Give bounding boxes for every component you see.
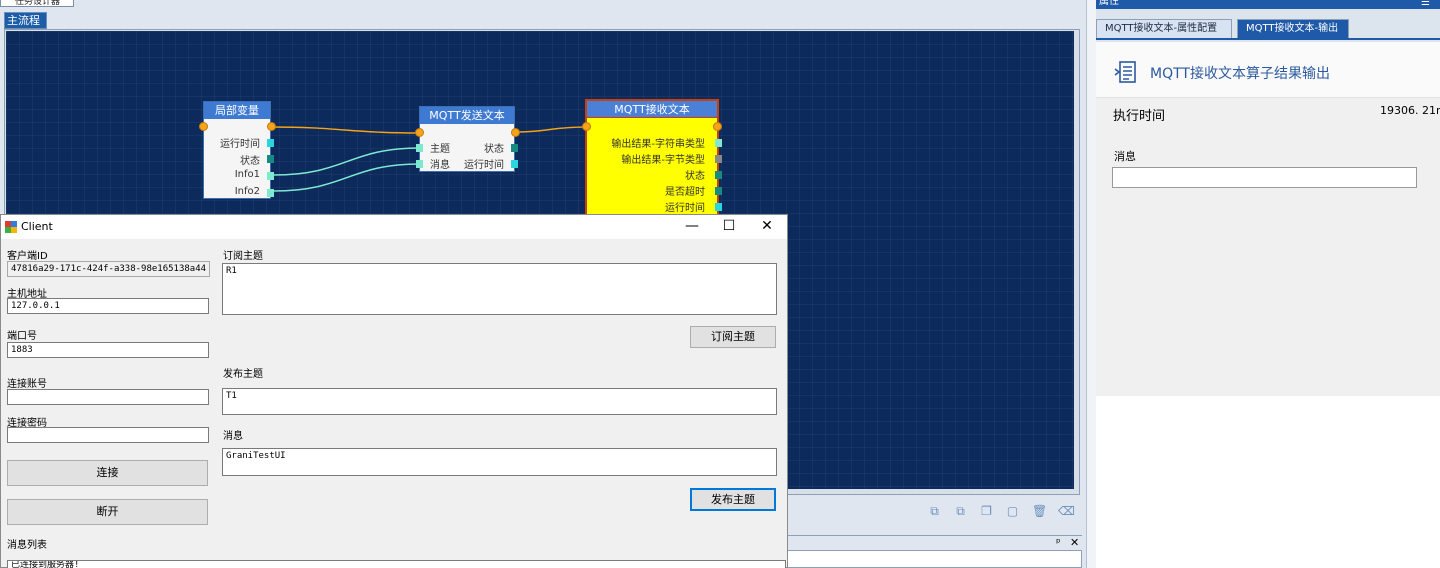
copy-icon[interactable]: ❐	[980, 505, 993, 518]
panel-splitter[interactable]	[1086, 0, 1096, 568]
distribute-icon[interactable]: ⧉	[954, 505, 967, 518]
paste-icon[interactable]: ▢	[1006, 505, 1019, 518]
node-title: MQTT发送文本	[420, 107, 514, 124]
minimize-icon[interactable]: —	[674, 215, 710, 239]
menu-icon[interactable]: ☰	[1421, 0, 1430, 8]
port-out-run-time[interactable]	[715, 203, 722, 211]
node-recv-flow-in[interactable]	[582, 122, 591, 131]
message-input[interactable]: GraniTestUI	[222, 448, 777, 476]
client-title: Client	[21, 220, 53, 233]
port-label-timeout: 是否超时	[665, 187, 705, 198]
disconnect-button[interactable]: 断开	[7, 499, 208, 525]
port-label-run-time: 运行时间	[665, 203, 705, 214]
port-label-run-time: 运行时间	[464, 160, 504, 171]
property-tabs: MQTT接收文本-属性配置 MQTT接收文本-输出	[1096, 19, 1440, 40]
message-list[interactable]: 已连接到服务器!	[7, 560, 786, 568]
node-send-flow-in[interactable]	[415, 128, 424, 137]
output-title: MQTT接收文本算子结果输出	[1150, 66, 1330, 82]
node-local-variables[interactable]: 局部变量 运行时间 状态 Info1 Info2	[203, 101, 274, 199]
port-label-run-time: 运行时间	[220, 139, 260, 150]
node-title: MQTT接收文本	[587, 101, 717, 118]
app-icon	[5, 221, 17, 233]
node-local-flow-out[interactable]	[267, 122, 276, 131]
subscribe-topic-input[interactable]: R1	[222, 263, 777, 315]
node-title: 局部变量	[204, 102, 270, 119]
message-label: 消息	[223, 431, 243, 442]
port-out-status[interactable]	[511, 144, 518, 152]
message-list-label: 消息列表	[7, 540, 47, 551]
port-in-message[interactable]	[416, 160, 423, 168]
align-icon[interactable]: ⧉	[928, 505, 941, 518]
close-icon[interactable]: ✕	[749, 215, 785, 239]
port-out-timeout[interactable]	[715, 187, 722, 195]
output-panel	[786, 550, 1082, 568]
document-list-icon	[1114, 61, 1136, 83]
port-out-info2[interactable]	[267, 189, 274, 197]
port-label-message: 消息	[430, 160, 450, 171]
port-label-result-bytes: 输出结果-字节类型	[621, 155, 705, 166]
port-label-status: 状态	[685, 171, 705, 182]
port-out-info1[interactable]	[267, 172, 274, 180]
node-mqtt-receive-text[interactable]: MQTT接收文本 输出结果-字符串类型 输出结果-字节类型 状态 是否超时 运行…	[585, 99, 722, 217]
port-out-status[interactable]	[267, 155, 274, 163]
client-id-label: 客户端ID	[7, 251, 48, 262]
property-empty-area	[1096, 396, 1440, 568]
exec-time-label: 执行时间	[1113, 109, 1166, 124]
tab-output[interactable]: MQTT接收文本-输出	[1237, 19, 1349, 38]
port-label-status: 状态	[484, 144, 504, 155]
node-local-flow-in[interactable]	[199, 122, 208, 131]
port-out-run-time[interactable]	[267, 139, 274, 147]
message-output-field[interactable]	[1112, 167, 1417, 188]
maximize-icon[interactable]: ☐	[711, 215, 747, 239]
port-out-run-time[interactable]	[511, 160, 518, 168]
clear-icon[interactable]: ⌫	[1058, 505, 1075, 518]
account-label: 连接账号	[7, 379, 47, 390]
account-input[interactable]	[7, 389, 209, 405]
delete-icon[interactable]: 🗑	[1032, 505, 1047, 518]
client-id-field[interactable]: 47816a29-171c-424f-a338-98e165138a44	[7, 261, 210, 277]
node-mqtt-send-text[interactable]: MQTT发送文本 主题 消息 状态 运行时间	[416, 106, 518, 172]
node-send-flow-out[interactable]	[511, 128, 520, 137]
exec-time-value: 19306. 21ms	[1380, 104, 1440, 117]
port-label-status: 状态	[240, 156, 260, 167]
tab-main-flow[interactable]: 主流程	[4, 12, 47, 29]
publish-button[interactable]: 发布主题	[690, 488, 776, 511]
port-label: 端口号	[7, 331, 37, 342]
subscribe-button[interactable]: 订阅主题	[690, 326, 776, 348]
connect-button[interactable]: 连接	[7, 460, 208, 486]
tab-property-config[interactable]: MQTT接收文本-属性配置	[1096, 19, 1232, 38]
port-out-result-bytes[interactable]	[715, 155, 722, 163]
port-label-info1: Info1	[234, 169, 260, 180]
output-panel-header: ᵖ ✕	[786, 535, 1082, 550]
close-icon[interactable]: ✕	[1070, 536, 1079, 549]
password-input[interactable]	[7, 427, 209, 443]
port-label-info2: Info2	[234, 186, 260, 197]
document-tab[interactable]: 任务设计器	[0, 0, 74, 7]
host-input[interactable]: 127.0.0.1	[7, 298, 209, 314]
client-titlebar[interactable]	[1, 215, 787, 239]
subscribe-topic-label: 订阅主题	[223, 251, 263, 262]
port-out-result-string[interactable]	[715, 139, 722, 147]
port-out-status[interactable]	[715, 171, 722, 179]
node-recv-flow-out[interactable]	[713, 122, 722, 131]
port-in-topic[interactable]	[416, 144, 423, 152]
canvas-toolbar: ⧉ ⧉ ❐ ▢ 🗑 ⌫	[920, 503, 1080, 521]
property-panel-title: 属性 ☰	[1096, 0, 1440, 9]
message-label: 消息	[1114, 150, 1136, 163]
panel-title-text: 属性	[1099, 0, 1119, 7]
message-list-item: 已连接到服务器!	[11, 560, 80, 568]
publish-topic-input[interactable]: T1	[222, 388, 777, 415]
port-input[interactable]: 1883	[7, 342, 209, 358]
publish-topic-label: 发布主题	[223, 369, 263, 380]
port-label-topic: 主题	[430, 144, 450, 155]
port-label-result-string: 输出结果-字符串类型	[611, 139, 705, 150]
pin-icon[interactable]: ᵖ	[1056, 536, 1061, 549]
